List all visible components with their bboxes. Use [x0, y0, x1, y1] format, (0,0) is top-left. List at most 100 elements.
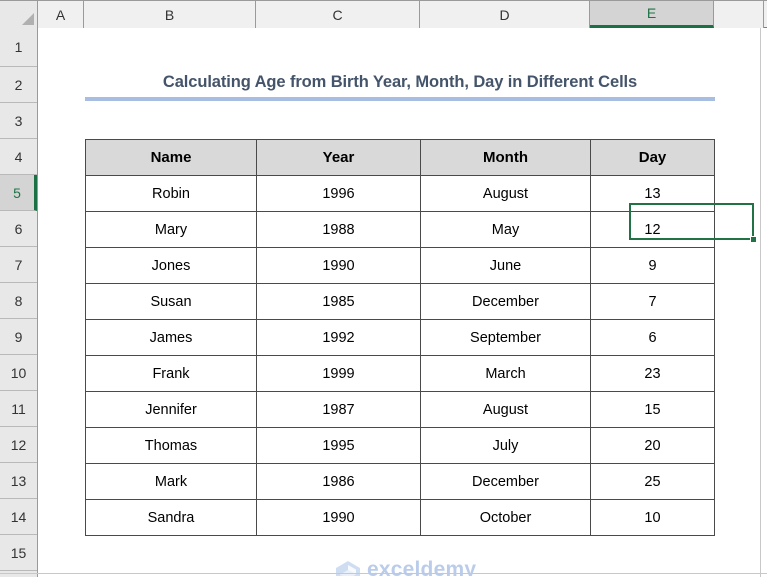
table-row[interactable]: Mary 1988 May 12	[85, 211, 715, 248]
select-all-corner[interactable]	[0, 1, 38, 28]
cell-month[interactable]: June	[420, 247, 591, 284]
row-header-14[interactable]: 14	[0, 499, 37, 535]
cell-day[interactable]: 23	[590, 355, 715, 392]
table-row[interactable]: Mark 1986 December 25	[85, 463, 715, 500]
row-header-5[interactable]: 5	[0, 175, 37, 211]
cell-day[interactable]: 9	[590, 247, 715, 284]
row-header-11[interactable]: 11	[0, 391, 37, 427]
column-header-a[interactable]: A	[38, 1, 84, 28]
cell-year[interactable]: 1996	[256, 175, 421, 212]
cell-name[interactable]: Mark	[85, 463, 257, 500]
cell-year[interactable]: 1987	[256, 391, 421, 428]
spreadsheet-window: A B C D E 1 2 3 4 5 6 7 8 9 10 11 12 13 …	[0, 0, 767, 577]
sheet-bottom-edge	[0, 573, 767, 574]
column-header-name[interactable]: Name	[85, 139, 257, 176]
table-row[interactable]: Robin 1996 August 13	[85, 175, 715, 212]
row-header-10[interactable]: 10	[0, 355, 37, 391]
row-header-12-label: 12	[10, 436, 27, 453]
data-table[interactable]: Name Year Month Day Robin 1996 August 13…	[85, 139, 715, 536]
cell-year[interactable]: 1995	[256, 427, 421, 464]
cell-day[interactable]: 12	[590, 211, 715, 248]
column-header-a-label: A	[55, 6, 66, 23]
column-header-year[interactable]: Year	[256, 139, 421, 176]
table-row[interactable]: James 1992 September 6	[85, 319, 715, 356]
table-row[interactable]: Jennifer 1987 August 15	[85, 391, 715, 428]
cell-year[interactable]: 1988	[256, 211, 421, 248]
cell-name[interactable]: Mary	[85, 211, 257, 248]
sheet-right-edge	[760, 28, 761, 577]
cell-year[interactable]: 1985	[256, 283, 421, 320]
cell-day[interactable]: 25	[590, 463, 715, 500]
cell-month[interactable]: October	[420, 499, 591, 536]
column-header-e[interactable]: E	[590, 1, 714, 28]
row-header-7[interactable]: 7	[0, 247, 37, 283]
row-header-12[interactable]: 12	[0, 427, 37, 463]
row-header-13[interactable]: 13	[0, 463, 37, 499]
worksheet-canvas[interactable]: Calculating Age from Birth Year, Month, …	[39, 29, 760, 576]
column-header-d-label: D	[499, 6, 510, 23]
column-header-d[interactable]: D	[420, 1, 590, 28]
column-header-row: A B C D E	[0, 0, 767, 28]
cell-day[interactable]: 13	[590, 175, 715, 212]
row-header-4[interactable]: 4	[0, 139, 37, 175]
cell-name[interactable]: Thomas	[85, 427, 257, 464]
column-header-b-label: B	[164, 6, 175, 23]
cell-month[interactable]: May	[420, 211, 591, 248]
cell-name[interactable]: Susan	[85, 283, 257, 320]
column-header-filler	[714, 1, 764, 28]
cell-day[interactable]: 15	[590, 391, 715, 428]
cell-name[interactable]: Sandra	[85, 499, 257, 536]
row-header-8-label: 8	[14, 292, 23, 309]
title-underline-rule	[85, 97, 715, 101]
row-header-column: 1 2 3 4 5 6 7 8 9 10 11 12 13 14 15	[0, 28, 38, 577]
table-row[interactable]: Sandra 1990 October 10	[85, 499, 715, 536]
column-header-month[interactable]: Month	[420, 139, 591, 176]
row-header-8[interactable]: 8	[0, 283, 37, 319]
row-header-13-label: 13	[10, 472, 27, 489]
fill-handle[interactable]	[750, 236, 757, 243]
cell-name[interactable]: Robin	[85, 175, 257, 212]
column-header-day[interactable]: Day	[590, 139, 715, 176]
table-row[interactable]: Thomas 1995 July 20	[85, 427, 715, 464]
cell-month[interactable]: July	[420, 427, 591, 464]
row-header-1[interactable]: 1	[0, 28, 37, 67]
table-row[interactable]: Frank 1999 March 23	[85, 355, 715, 392]
cell-month[interactable]: September	[420, 319, 591, 356]
cell-month[interactable]: August	[420, 391, 591, 428]
page-title: Calculating Age from Birth Year, Month, …	[162, 73, 638, 91]
row-header-3-label: 3	[14, 112, 23, 129]
column-header-c[interactable]: C	[256, 1, 420, 28]
cell-name[interactable]: Jones	[85, 247, 257, 284]
cell-name[interactable]: James	[85, 319, 257, 356]
cell-name[interactable]: Frank	[85, 355, 257, 392]
row-header-10-label: 10	[10, 364, 27, 381]
table-row[interactable]: Jones 1990 June 9	[85, 247, 715, 284]
row-header-3[interactable]: 3	[0, 103, 37, 139]
row-header-4-label: 4	[14, 148, 23, 165]
row-header-6[interactable]: 6	[0, 211, 37, 247]
column-header-b[interactable]: B	[84, 1, 256, 28]
row-header-9-label: 9	[14, 328, 23, 345]
cell-day[interactable]: 20	[590, 427, 715, 464]
column-header-e-label: E	[646, 5, 657, 21]
cell-day[interactable]: 10	[590, 499, 715, 536]
cell-year[interactable]: 1999	[256, 355, 421, 392]
cell-day[interactable]: 6	[590, 319, 715, 356]
cell-day[interactable]: 7	[590, 283, 715, 320]
table-row[interactable]: Susan 1985 December 7	[85, 283, 715, 320]
row-header-15-label: 15	[10, 544, 27, 561]
cell-year[interactable]: 1990	[256, 499, 421, 536]
cell-month[interactable]: August	[420, 175, 591, 212]
cell-year[interactable]: 1986	[256, 463, 421, 500]
cell-month[interactable]: December	[420, 283, 591, 320]
row-header-9[interactable]: 9	[0, 319, 37, 355]
row-header-15[interactable]: 15	[0, 535, 37, 571]
row-header-11-label: 11	[11, 400, 26, 417]
cell-year[interactable]: 1992	[256, 319, 421, 356]
cell-month[interactable]: March	[420, 355, 591, 392]
row-header-2-label: 2	[14, 76, 23, 93]
cell-year[interactable]: 1990	[256, 247, 421, 284]
cell-name[interactable]: Jennifer	[85, 391, 257, 428]
row-header-2[interactable]: 2	[0, 67, 37, 103]
cell-month[interactable]: December	[420, 463, 591, 500]
